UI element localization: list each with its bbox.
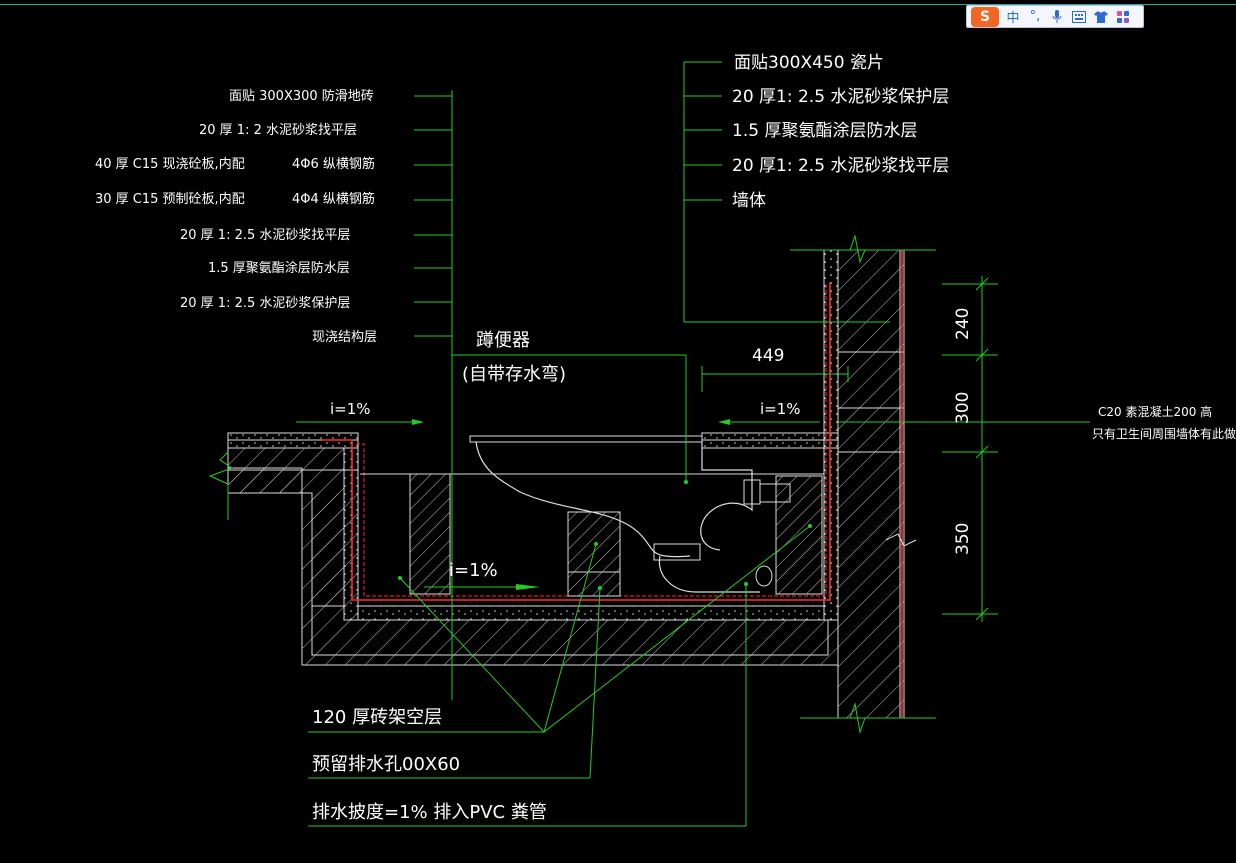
dim-449: 449 xyxy=(752,346,785,366)
side-note-scope: 只有卫生间周围墙体有此做法 xyxy=(1092,427,1236,441)
left-label-cast-rebar: 4Φ6 纵横钢筋 xyxy=(292,157,375,172)
dim-350: 350 xyxy=(953,522,973,555)
right-label-waterproof: 1.5 厚聚氨酯涂层防水层 xyxy=(732,121,918,141)
language-toggle-button[interactable]: 中 xyxy=(1005,8,1021,26)
right-label-wall: 墙体 xyxy=(732,191,766,211)
brick-piers xyxy=(360,473,824,597)
dim-300: 300 xyxy=(953,391,973,424)
bottom-label-drain-slope: 排水披度=1% 排入PVC 粪管 xyxy=(312,802,547,823)
left-label-structure: 现浇结构层 xyxy=(312,330,378,345)
left-label-tile: 面贴 300X300 防滑地砖 xyxy=(229,89,374,104)
toilet-note: (自带存水弯) xyxy=(462,364,567,385)
right-label-leveling: 20 厚1: 2.5 水泥砂浆找平层 xyxy=(732,156,950,176)
shirt-icon[interactable] xyxy=(1093,8,1109,26)
toilet-label: 蹲便器 xyxy=(476,330,530,351)
punctuation-toggle-button[interactable]: °, xyxy=(1027,8,1043,26)
cad-section-drawing xyxy=(208,61,1090,827)
left-label-waterproof: 1.5 厚聚氨酯涂层防水层 xyxy=(208,261,350,276)
left-label-leveling-2: 20 厚 1: 2.5 水泥砂浆找平层 xyxy=(180,228,351,243)
left-label-leveling: 20 厚 1: 2 水泥砂浆找平层 xyxy=(199,123,357,138)
right-label-tile: 面贴300X450 瓷片 xyxy=(734,53,884,73)
dim-240: 240 xyxy=(953,307,973,340)
bottom-label-brick-layer: 120 厚砖架空层 xyxy=(312,707,443,728)
slope-label-bottom: i=1% xyxy=(449,560,498,581)
keyboard-icon[interactable] xyxy=(1071,8,1087,26)
apps-grid-icon[interactable] xyxy=(1115,8,1131,26)
bottom-label-drain-hole: 预留排水孔00X60 xyxy=(312,754,461,775)
side-note-concrete: C20 素混凝土200 高 xyxy=(1098,405,1213,419)
slope-label-right: i=1% xyxy=(760,400,801,418)
squat-toilet-outline xyxy=(469,435,791,593)
ime-toolbar[interactable]: S 中 °, xyxy=(966,5,1144,28)
microphone-icon[interactable] xyxy=(1049,8,1065,26)
bottom-leaders xyxy=(308,525,811,827)
sogou-logo-icon[interactable]: S xyxy=(971,6,999,27)
right-label-protection: 20 厚1: 2.5 水泥砂浆保护层 xyxy=(732,87,950,107)
left-label-precast-slab: 30 厚 C15 预制砼板,内配 xyxy=(95,192,245,207)
slope-label-left: i=1% xyxy=(330,400,371,418)
left-label-precast-rebar: 4Φ4 纵横钢筋 xyxy=(292,192,375,207)
left-label-cast-slab: 40 厚 C15 现浇砼板,内配 xyxy=(95,157,245,172)
left-label-protection: 20 厚 1: 2.5 水泥砂浆保护层 xyxy=(180,296,351,311)
